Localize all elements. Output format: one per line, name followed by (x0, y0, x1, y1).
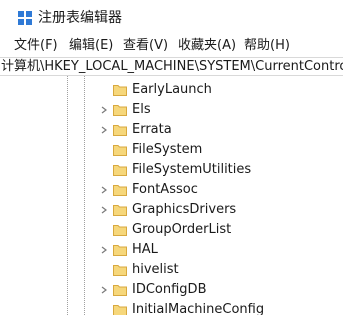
tree-node[interactable]: FileSystemUtilities (98, 160, 343, 180)
tree-node-label: Els (132, 102, 151, 117)
folder-icon (113, 165, 127, 176)
tree-node[interactable]: Errata (98, 120, 343, 140)
folder-icon (113, 125, 127, 136)
tree-node[interactable]: GroupOrderList (98, 220, 343, 240)
tree-guide-line (84, 76, 85, 315)
tree-node-label: GraphicsDrivers (132, 202, 237, 217)
registry-editor-icon (18, 11, 32, 25)
tree-node-label: Errata (132, 122, 172, 137)
tree-node[interactable]: hivelist (98, 260, 343, 280)
menu-view[interactable]: 查看(V) (123, 37, 168, 55)
address-path[interactable]: 计算机\HKEY_LOCAL_MACHINE\SYSTEM\CurrentCon… (1, 58, 343, 75)
folder-icon (113, 305, 127, 315)
menu-file[interactable]: 文件(F) (14, 37, 58, 55)
tree-node-label: InitialMachineConfig (132, 302, 265, 315)
folder-icon (113, 285, 127, 296)
title-bar: 注册表编辑器 (0, 0, 343, 36)
registry-tree[interactable]: EarlyLaunch Els Errata FileSystem FileSystem… (0, 76, 343, 315)
tree-node[interactable]: GraphicsDrivers (98, 200, 343, 220)
tree-node[interactable]: InitialMachineConfig (98, 300, 343, 315)
tree-node[interactable]: HAL (98, 240, 343, 260)
tree-node[interactable]: IDConfigDB (98, 280, 343, 300)
tree-node-label: FileSystemUtilities (132, 162, 252, 177)
tree-guide-line (67, 76, 68, 315)
tree-node[interactable]: FontAssoc (98, 180, 343, 200)
chevron-right-icon[interactable] (100, 126, 108, 134)
tree-node-label: FontAssoc (132, 182, 198, 197)
tree-node-label: GroupOrderList (132, 222, 232, 237)
menu-edit[interactable]: 编辑(E) (69, 37, 113, 55)
tree-node-label: HAL (132, 242, 158, 257)
chevron-right-icon[interactable] (100, 246, 108, 254)
folder-icon (113, 105, 127, 116)
folder-icon (113, 265, 127, 276)
tree-node[interactable]: EarlyLaunch (98, 80, 343, 100)
menu-help[interactable]: 帮助(H) (244, 37, 290, 55)
folder-icon (113, 145, 127, 156)
address-bar[interactable]: 计算机\HKEY_LOCAL_MACHINE\SYSTEM\CurrentCon… (0, 57, 343, 76)
folder-icon (113, 245, 127, 256)
folder-icon (113, 225, 127, 236)
menu-bar: 文件(F) 编辑(E) 查看(V) 收藏夹(A) 帮助(H) (0, 36, 343, 56)
tree-node-label: IDConfigDB (132, 282, 207, 297)
tree-node-label: EarlyLaunch (132, 82, 212, 97)
window-title: 注册表编辑器 (38, 10, 122, 26)
folder-icon (113, 85, 127, 96)
menu-favorites[interactable]: 收藏夹(A) (178, 37, 236, 55)
tree-node[interactable]: FileSystem (98, 140, 343, 160)
tree-node-label: FileSystem (132, 142, 203, 157)
chevron-right-icon[interactable] (100, 206, 108, 214)
folder-icon (113, 205, 127, 216)
chevron-right-icon[interactable] (100, 286, 108, 294)
chevron-right-icon[interactable] (100, 186, 108, 194)
folder-icon (113, 185, 127, 196)
tree-node-label: hivelist (132, 262, 179, 277)
chevron-right-icon[interactable] (100, 106, 108, 114)
tree-node[interactable]: Els (98, 100, 343, 120)
